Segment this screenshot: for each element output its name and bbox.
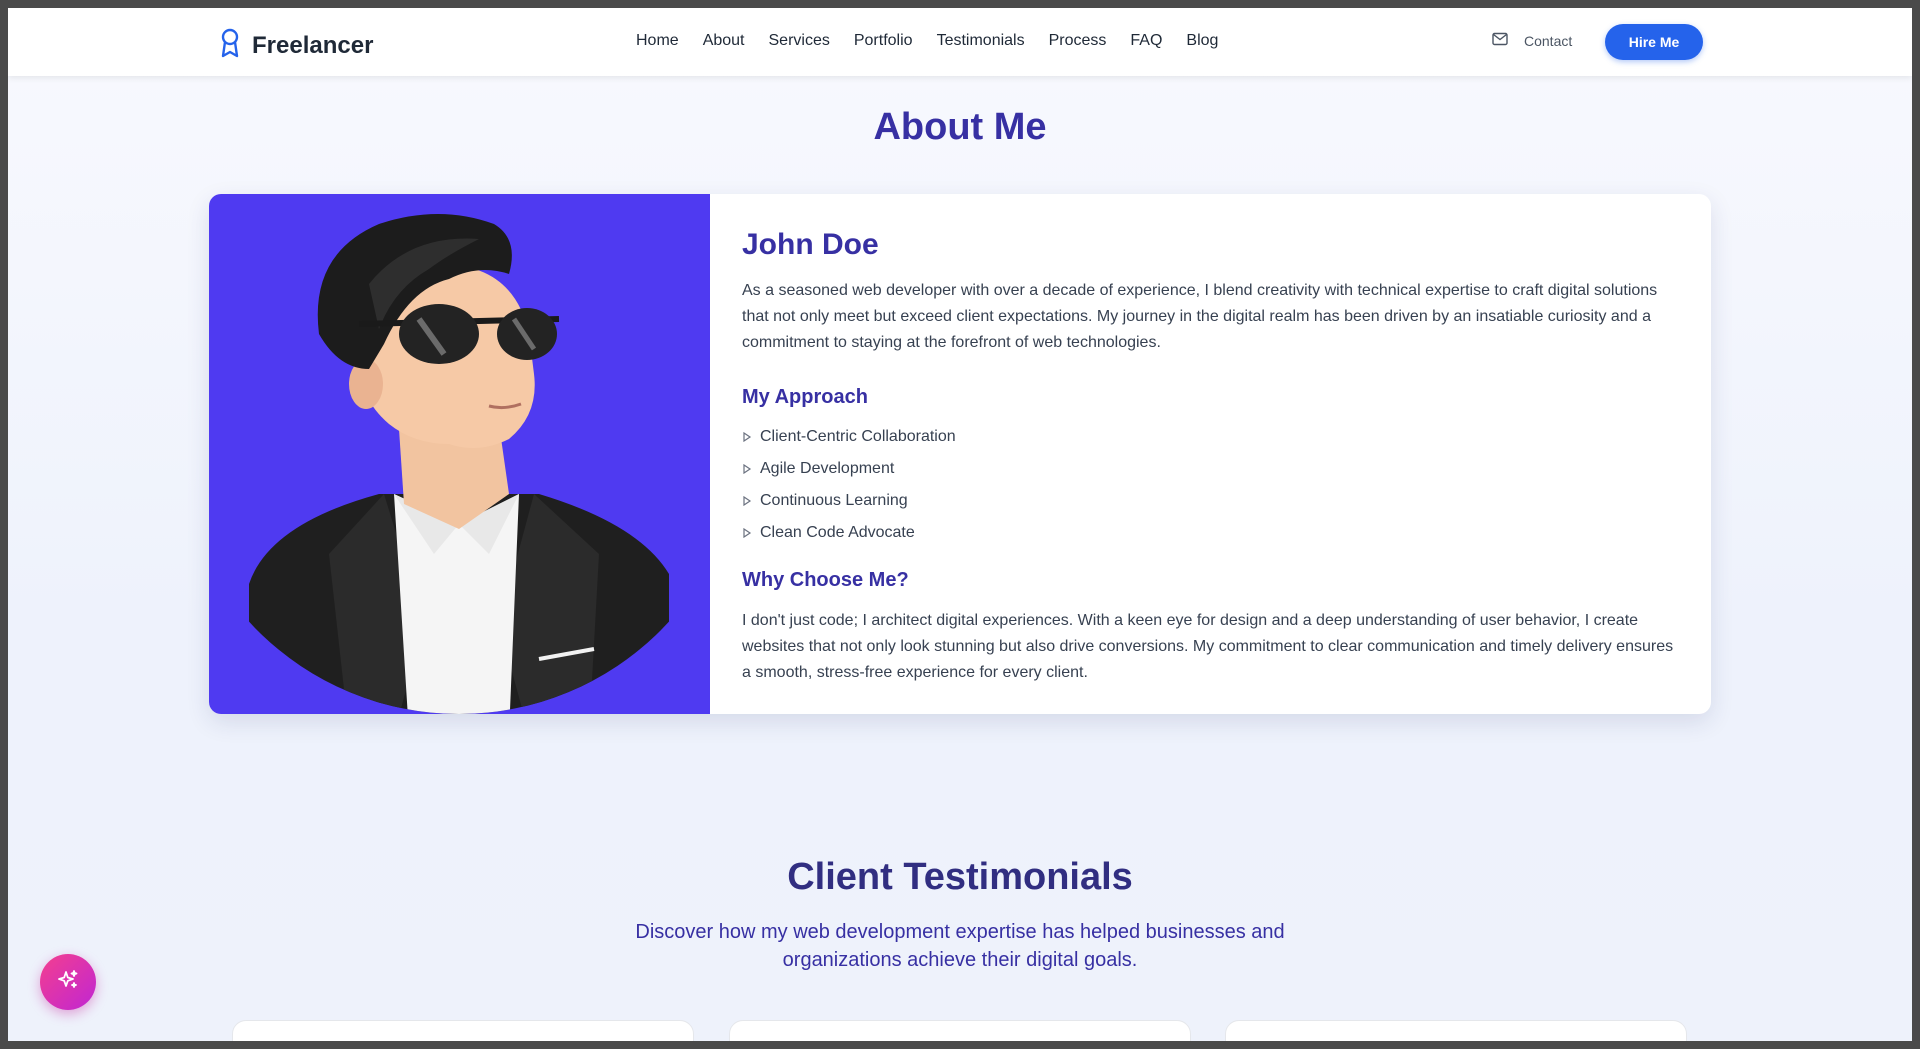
nav-about[interactable]: About xyxy=(703,32,745,50)
why-choose-text: I don't just code; I architect digital e… xyxy=(742,612,1674,681)
list-item: Continuous Learning xyxy=(742,485,1682,517)
approach-heading: My Approach xyxy=(742,386,868,408)
ai-assistant-button[interactable] xyxy=(40,954,96,1010)
about-section-title: About Me xyxy=(873,106,1047,148)
approach-item-label: Clean Code Advocate xyxy=(760,524,915,541)
main-nav: Home About Services Portfolio Testimonia… xyxy=(636,32,1242,50)
approach-item-label: Agile Development xyxy=(760,460,895,477)
browser-viewport: Freelancer Home About Services Portfolio… xyxy=(8,8,1912,1041)
list-item: Client-Centric Collaboration xyxy=(742,421,1682,453)
triangle-right-icon xyxy=(743,464,752,474)
about-card: John Doe As a seasoned web developer wit… xyxy=(209,194,1711,714)
testimonial-card xyxy=(729,1020,1191,1041)
top-navbar: Freelancer Home About Services Portfolio… xyxy=(8,8,1912,76)
brand-name: Freelancer xyxy=(252,31,374,59)
about-intro: As a seasoned web developer with over a … xyxy=(742,282,1658,351)
sparkles-icon xyxy=(56,968,80,997)
nav-portfolio[interactable]: Portfolio xyxy=(854,32,913,50)
why-choose-heading: Why Choose Me? xyxy=(742,569,909,591)
testimonials-subtitle: Discover how my web development expertis… xyxy=(635,921,1285,971)
mail-icon xyxy=(1492,32,1524,49)
hire-me-button[interactable]: Hire Me xyxy=(1605,24,1703,60)
testimonial-card xyxy=(232,1020,694,1041)
approach-item-label: Client-Centric Collaboration xyxy=(760,428,956,445)
nav-process[interactable]: Process xyxy=(1049,32,1107,50)
nav-home[interactable]: Home xyxy=(636,32,679,50)
profile-illustration xyxy=(209,194,710,714)
list-item: Agile Development xyxy=(742,453,1682,485)
triangle-right-icon xyxy=(743,432,752,442)
nav-services[interactable]: Services xyxy=(769,32,830,50)
testimonials-title: Client Testimonials xyxy=(787,856,1133,898)
list-item: Clean Code Advocate xyxy=(742,517,1682,549)
approach-list: Client-Centric Collaboration Agile Devel… xyxy=(742,421,1682,549)
person-name: John Doe xyxy=(742,228,879,261)
triangle-right-icon xyxy=(743,496,752,506)
nav-testimonials[interactable]: Testimonials xyxy=(937,32,1025,50)
approach-item-label: Continuous Learning xyxy=(760,492,908,509)
nav-blog[interactable]: Blog xyxy=(1186,32,1218,50)
award-ribbon-icon xyxy=(218,27,242,64)
testimonial-card xyxy=(1225,1020,1687,1041)
triangle-right-icon xyxy=(743,528,752,538)
brand-logo[interactable]: Freelancer xyxy=(218,27,373,64)
nav-faq[interactable]: FAQ xyxy=(1130,32,1162,50)
contact-label: Contact xyxy=(1524,32,1573,49)
contact-link[interactable]: Contact xyxy=(1492,32,1572,49)
about-content: John Doe As a seasoned web developer wit… xyxy=(742,228,1682,686)
